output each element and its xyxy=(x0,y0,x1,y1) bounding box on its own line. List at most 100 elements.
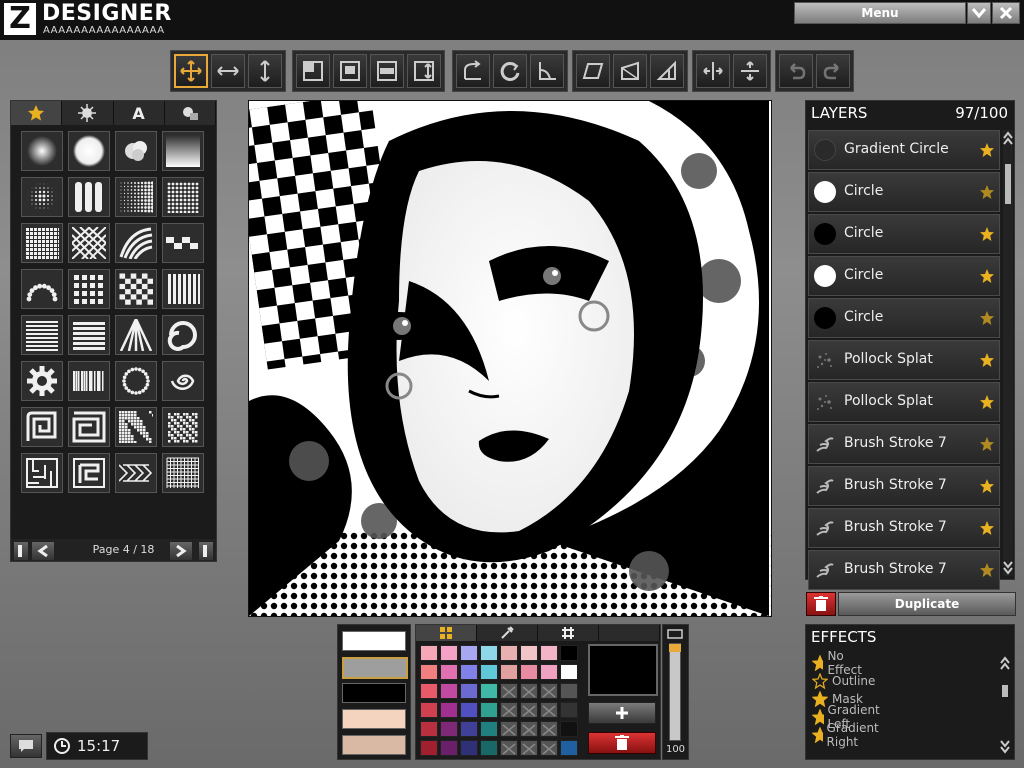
palette-color[interactable] xyxy=(560,645,578,661)
palette-color[interactable] xyxy=(420,645,438,661)
opacity-handle[interactable] xyxy=(669,644,681,652)
shape-thumb-linear[interactable] xyxy=(162,131,204,171)
redo-button[interactable] xyxy=(816,54,850,88)
effects-scroll-thumb[interactable] xyxy=(1002,685,1008,697)
palette-color[interactable] xyxy=(440,664,458,680)
shape-thumb-maze2[interactable] xyxy=(68,453,110,493)
close-button[interactable] xyxy=(992,2,1020,24)
shape-thumb-arc-dots[interactable] xyxy=(21,269,63,309)
design-canvas[interactable] xyxy=(248,100,772,617)
flip-horizontal-button[interactable] xyxy=(696,54,730,88)
align-center-button[interactable] xyxy=(333,54,367,88)
empty-color-slot[interactable] xyxy=(500,721,518,737)
shape-thumb-dots-fade[interactable] xyxy=(115,177,157,217)
shape-thumb-stripes-h2[interactable] xyxy=(68,315,110,355)
tab-symbols[interactable] xyxy=(164,101,216,125)
menu-dropdown-button[interactable] xyxy=(967,2,991,24)
favorite-star-icon[interactable] xyxy=(979,562,995,578)
favorite-star-icon[interactable] xyxy=(979,436,995,452)
palette-color[interactable] xyxy=(460,721,478,737)
empty-color-slot[interactable] xyxy=(520,740,538,756)
layer-row[interactable]: Circle xyxy=(808,214,1000,254)
shape-thumb-radial-soft[interactable] xyxy=(68,131,110,171)
shape-thumb-maze[interactable] xyxy=(21,453,63,493)
palette-color[interactable] xyxy=(480,664,498,680)
delete-color-button[interactable] xyxy=(588,732,656,754)
palette-color[interactable] xyxy=(500,645,518,661)
tab-hex[interactable] xyxy=(538,625,599,641)
empty-color-slot[interactable] xyxy=(500,683,518,699)
layer-row[interactable]: Pollock Splat xyxy=(808,340,1000,380)
palette-color[interactable] xyxy=(420,721,438,737)
recent-color-swatch[interactable] xyxy=(342,709,406,729)
skew-vertical-button[interactable] xyxy=(613,54,647,88)
tab-empty[interactable] xyxy=(599,625,660,641)
empty-color-slot[interactable] xyxy=(500,702,518,718)
empty-color-slot[interactable] xyxy=(520,683,538,699)
layers-scroll-thumb[interactable] xyxy=(1005,164,1011,204)
palette-color[interactable] xyxy=(460,645,478,661)
palette-color[interactable] xyxy=(480,721,498,737)
favorite-star-icon[interactable] xyxy=(979,310,995,326)
palette-color[interactable] xyxy=(560,740,578,756)
recent-color-swatch[interactable] xyxy=(342,657,408,679)
shape-thumb-dots-grid[interactable] xyxy=(162,177,204,217)
move-tool-button[interactable] xyxy=(174,54,208,88)
shape-thumb-ring-dots[interactable] xyxy=(115,361,157,401)
tab-splats[interactable] xyxy=(62,101,114,125)
favorite-star-icon[interactable] xyxy=(979,520,995,536)
palette-color[interactable] xyxy=(440,740,458,756)
distribute-vertical-button[interactable] xyxy=(370,54,404,88)
favorite-star-icon[interactable] xyxy=(979,478,995,494)
empty-color-slot[interactable] xyxy=(540,721,558,737)
tab-text[interactable]: A xyxy=(113,101,165,125)
first-page-button[interactable] xyxy=(13,541,29,561)
shape-thumb-cloud[interactable] xyxy=(115,131,157,171)
empty-color-slot[interactable] xyxy=(540,740,558,756)
shape-thumb-radial[interactable] xyxy=(21,131,63,171)
layer-row[interactable]: Pollock Splat xyxy=(808,382,1000,422)
next-page-button[interactable] xyxy=(169,541,193,561)
recent-color-swatch[interactable] xyxy=(342,735,406,755)
palette-color[interactable] xyxy=(500,664,518,680)
shape-thumb-stripes-h[interactable] xyxy=(21,315,63,355)
layers-scrollbar[interactable] xyxy=(1003,130,1013,576)
shape-thumb-checker[interactable] xyxy=(115,269,157,309)
palette-color[interactable] xyxy=(560,683,578,699)
palette-color[interactable] xyxy=(560,721,578,737)
palette-color[interactable] xyxy=(520,645,538,661)
empty-color-slot[interactable] xyxy=(520,721,538,737)
palette-color[interactable] xyxy=(440,721,458,737)
palette-color[interactable] xyxy=(420,683,438,699)
perspective-button[interactable] xyxy=(650,54,684,88)
palette-color[interactable] xyxy=(460,702,478,718)
favorite-star-icon[interactable] xyxy=(979,184,995,200)
add-color-button[interactable] xyxy=(588,702,656,724)
palette-color[interactable] xyxy=(560,702,578,718)
shape-thumb-spiral[interactable] xyxy=(162,361,204,401)
shape-thumb-grid-fine[interactable] xyxy=(162,453,204,493)
layer-row[interactable]: Brush Stroke 7 xyxy=(808,550,1000,590)
layer-row[interactable]: Circle xyxy=(808,298,1000,338)
palette-color[interactable] xyxy=(440,702,458,718)
favorite-star-icon[interactable] xyxy=(979,142,995,158)
shape-thumb-swirl[interactable] xyxy=(162,315,204,355)
favorite-star-icon[interactable] xyxy=(979,352,995,368)
shape-thumb-grid[interactable] xyxy=(21,223,63,263)
scale-vertical-button[interactable] xyxy=(248,54,282,88)
shape-thumb-bars[interactable] xyxy=(68,177,110,217)
shape-thumb-dots-radial[interactable] xyxy=(21,177,63,217)
palette-color[interactable] xyxy=(540,645,558,661)
palette-color[interactable] xyxy=(480,645,498,661)
recent-color-swatch[interactable] xyxy=(342,683,406,703)
palette-color[interactable] xyxy=(460,664,478,680)
last-page-button[interactable] xyxy=(198,541,214,561)
flip-vertical-button[interactable] xyxy=(733,54,767,88)
shape-thumb-pixel-fade[interactable] xyxy=(115,407,157,447)
layer-row[interactable]: Gradient Circle xyxy=(808,130,1000,170)
shape-thumb-gear[interactable] xyxy=(21,361,63,401)
shape-thumb-stripes-v[interactable] xyxy=(162,269,204,309)
shape-thumb-barcode[interactable] xyxy=(68,361,110,401)
shape-thumb-pixel-scatter[interactable] xyxy=(162,407,204,447)
empty-color-slot[interactable] xyxy=(520,702,538,718)
